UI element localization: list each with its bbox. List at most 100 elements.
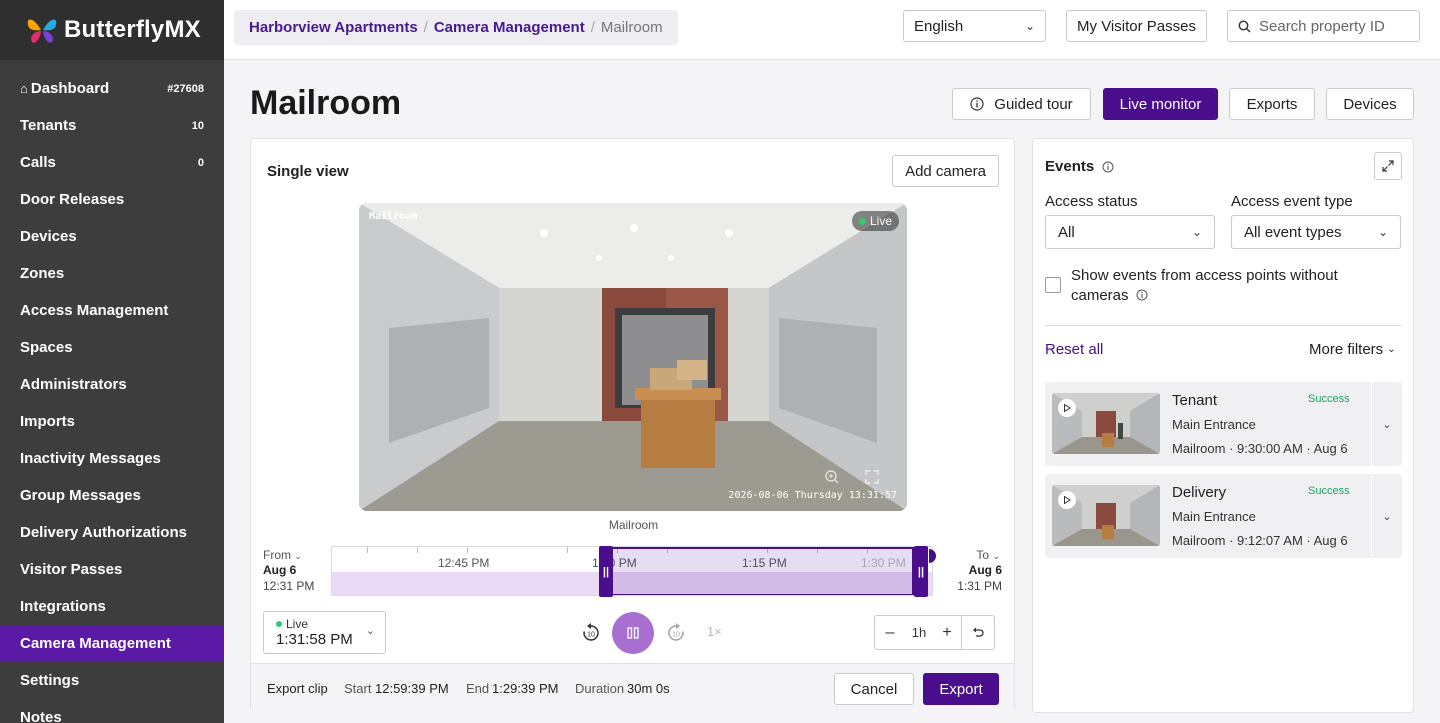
timeline-zoom-control: – 1h + <box>874 615 995 650</box>
event-card[interactable]: Delivery Success Main Entrance Mailroom … <box>1045 474 1402 558</box>
sidebar-item-camera-management[interactable]: Camera Management <box>0 625 224 662</box>
search-property-input[interactable]: Search property ID <box>1227 10 1420 42</box>
live-badge-label: Live <box>869 214 892 228</box>
event-thumbnail[interactable] <box>1052 485 1160 546</box>
reset-all-link[interactable]: Reset all <box>1045 341 1103 358</box>
live-status-label: Live <box>286 617 309 631</box>
export-button[interactable]: Export <box>923 673 999 705</box>
event-card[interactable]: Tenant Success Main Entrance Mailroom · … <box>1045 382 1402 466</box>
sidebar: ButterflyMX ⌂ Dashboard #27608 Tenants 1… <box>0 0 224 723</box>
sidebar-item-label: Settings <box>20 672 80 689</box>
selection-start-handle[interactable]: || <box>599 546 613 597</box>
from-picker[interactable]: From ⌄ <box>263 548 302 562</box>
devices-button[interactable]: Devices <box>1326 88 1414 120</box>
info-icon <box>970 97 984 111</box>
live-time-selector[interactable]: Live 1:31:58 PM ⌄ <box>263 611 386 654</box>
sidebar-item-label: Tenants <box>20 117 77 134</box>
chevron-down-icon: ⌄ <box>1191 225 1202 239</box>
timeline-track[interactable]: 12:45 PM 1:00 PM 1:15 PM 1:30 PM <box>331 546 933 596</box>
timeline-tick-label: 12:45 PM <box>438 556 490 570</box>
sidebar-item-group-messages[interactable]: Group Messages <box>0 477 224 514</box>
divider <box>1045 325 1402 326</box>
live-monitor-button[interactable]: Live monitor <box>1103 88 1218 120</box>
camera-image <box>359 203 907 511</box>
brand-logo[interactable]: ButterflyMX <box>0 0 224 60</box>
playback-speed[interactable]: 1× <box>707 624 722 639</box>
play-icon <box>1064 496 1071 504</box>
chevron-down-icon: ⌄ <box>1024 19 1035 33</box>
event-status-badge: Success <box>1308 485 1350 497</box>
add-camera-button[interactable]: Add camera <box>892 155 999 187</box>
my-visitor-passes-button[interactable]: My Visitor Passes <box>1066 10 1207 42</box>
play-button[interactable] <box>1058 491 1076 509</box>
export-selection[interactable] <box>600 547 914 595</box>
show-no-camera-events-checkbox[interactable] <box>1045 277 1061 293</box>
to-picker[interactable]: To ⌄ <box>976 548 1000 562</box>
fullscreen-icon[interactable] <box>865 470 879 484</box>
sidebar-item-settings[interactable]: Settings <box>0 662 224 699</box>
camera-caption: Mailroom <box>608 518 659 532</box>
svg-text:10: 10 <box>672 632 680 639</box>
from-date: Aug 6 <box>263 563 297 577</box>
show-no-camera-events-label[interactable]: Show events from access points without c… <box>1071 266 1371 306</box>
zoom-out-button[interactable]: – <box>875 624 905 642</box>
sidebar-item-imports[interactable]: Imports <box>0 403 224 440</box>
info-icon[interactable] <box>1102 161 1114 173</box>
live-monitor-label: Live monitor <box>1119 95 1202 113</box>
sidebar-item-integrations[interactable]: Integrations <box>0 588 224 625</box>
from-label: From <box>263 548 291 562</box>
sidebar-item-tenants[interactable]: Tenants 10 <box>0 107 224 144</box>
sidebar-item-administrators[interactable]: Administrators <box>0 366 224 403</box>
sidebar-item-spaces[interactable]: Spaces <box>0 329 224 366</box>
language-select[interactable]: English ⌄ <box>903 10 1046 42</box>
rewind-10-icon[interactable]: 10 <box>581 623 601 643</box>
sidebar-item-door-releases[interactable]: Door Releases <box>0 181 224 218</box>
camera-feed[interactable]: Mailroom Live 2026-08-06 Thursday 13:31:… <box>359 203 907 511</box>
sidebar-item-inactivity-messages[interactable]: Inactivity Messages <box>0 440 224 477</box>
breadcrumb: Harborview Apartments / Camera Managemen… <box>234 10 678 45</box>
event-type-select[interactable]: All event types ⌄ <box>1231 215 1401 249</box>
sidebar-item-label: Access Management <box>20 302 169 319</box>
breadcrumb-current: Mailroom <box>600 19 663 36</box>
expand-icon <box>1382 160 1394 172</box>
more-filters-button[interactable]: More filters ⌄ <box>1309 341 1396 358</box>
sidebar-item-calls[interactable]: Calls 0 <box>0 144 224 181</box>
live-badge: Live <box>851 211 899 231</box>
zoom-in-icon[interactable] <box>824 469 840 485</box>
event-expand-button[interactable]: ⌄ <box>1371 382 1402 466</box>
sidebar-item-notes[interactable]: Notes <box>0 699 224 723</box>
expand-panel-button[interactable] <box>1374 152 1402 180</box>
sidebar-item-label: Door Releases <box>20 191 125 208</box>
sidebar-item-label: Calls <box>20 154 56 171</box>
event-entrance: Main Entrance <box>1172 417 1256 432</box>
reset-zoom-button[interactable] <box>961 616 994 649</box>
add-camera-label: Add camera <box>905 162 986 180</box>
selection-end-handle[interactable]: || <box>914 546 928 597</box>
forward-10-icon[interactable]: 10 <box>666 623 686 643</box>
play-button[interactable] <box>1058 399 1076 417</box>
sidebar-item-visitor-passes[interactable]: Visitor Passes <box>0 551 224 588</box>
zoom-in-button[interactable]: + <box>933 624 961 642</box>
sidebar-item-delivery-authorizations[interactable]: Delivery Authorizations <box>0 514 224 551</box>
event-expand-button[interactable]: ⌄ <box>1371 474 1402 558</box>
video-panel: Single view Add camera Mailroom Live 202… <box>250 138 1015 713</box>
cancel-button[interactable]: Cancel <box>834 673 914 705</box>
sidebar-item-label: Administrators <box>20 376 127 393</box>
guided-tour-button[interactable]: Guided tour <box>952 88 1091 120</box>
sidebar-item-zones[interactable]: Zones <box>0 255 224 292</box>
sidebar-item-devices[interactable]: Devices <box>0 218 224 255</box>
sidebar-item-label: Camera Management <box>20 635 171 652</box>
breadcrumb-link-property[interactable]: Harborview Apartments <box>249 19 418 36</box>
info-icon[interactable] <box>1136 289 1148 301</box>
sidebar-item-access-management[interactable]: Access Management <box>0 292 224 329</box>
pause-button[interactable] <box>612 612 654 654</box>
playhead-marker[interactable] <box>929 549 936 563</box>
count-badge: 0 <box>197 156 204 169</box>
access-status-select[interactable]: All ⌄ <box>1045 215 1215 249</box>
event-thumbnail[interactable] <box>1052 393 1160 454</box>
breadcrumb-link-section[interactable]: Camera Management <box>434 19 585 36</box>
sidebar-item-dashboard[interactable]: ⌂ Dashboard #27608 <box>0 70 224 107</box>
top-bar: Harborview Apartments / Camera Managemen… <box>224 0 1440 60</box>
cancel-label: Cancel <box>850 680 898 698</box>
exports-button[interactable]: Exports <box>1229 88 1315 120</box>
